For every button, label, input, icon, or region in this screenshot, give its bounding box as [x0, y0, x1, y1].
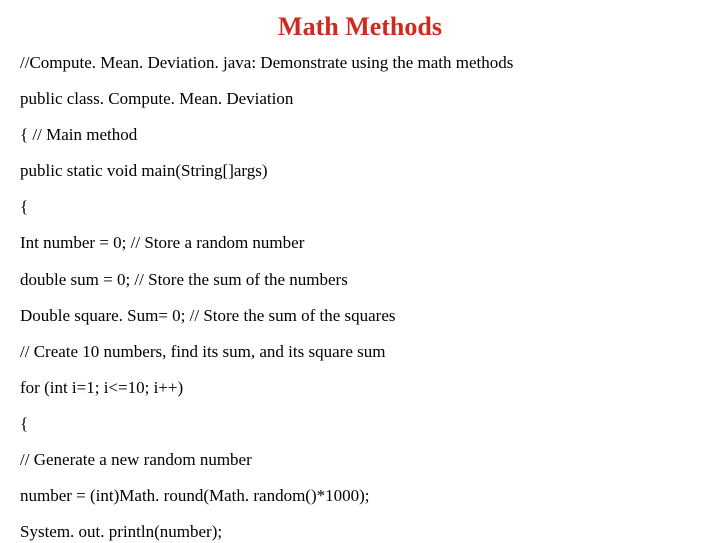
code-line: { — [20, 413, 700, 435]
slide-title: Math Methods — [20, 12, 700, 42]
code-line: //Compute. Mean. Deviation. java: Demons… — [20, 52, 700, 74]
code-line: double sum = 0; // Store the sum of the … — [20, 269, 700, 291]
code-line: Double square. Sum= 0; // Store the sum … — [20, 305, 700, 327]
code-line: Int number = 0; // Store a random number — [20, 232, 700, 254]
code-line: // Generate a new random number — [20, 449, 700, 471]
code-line: for (int i=1; i<=10; i++) — [20, 377, 700, 399]
code-line: number = (int)Math. round(Math. random()… — [20, 485, 700, 507]
code-line: public static void main(String[]args) — [20, 160, 700, 182]
code-line: { — [20, 196, 700, 218]
code-line: public class. Compute. Mean. Deviation — [20, 88, 700, 110]
code-line: { // Main method — [20, 124, 700, 146]
code-line: // Create 10 numbers, find its sum, and … — [20, 341, 700, 363]
